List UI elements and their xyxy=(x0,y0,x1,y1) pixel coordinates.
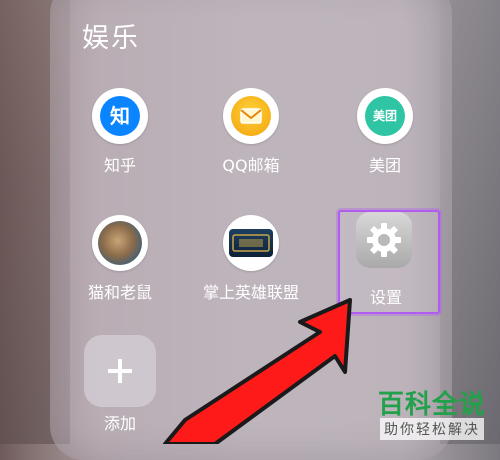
watermark-subtitle: 助你轻松解决 xyxy=(380,418,484,440)
watermark: 百科全说 助你轻松解决 xyxy=(370,384,500,444)
red-arrow-annotation xyxy=(163,298,352,444)
watermark-title: 百科全说 xyxy=(378,390,487,420)
